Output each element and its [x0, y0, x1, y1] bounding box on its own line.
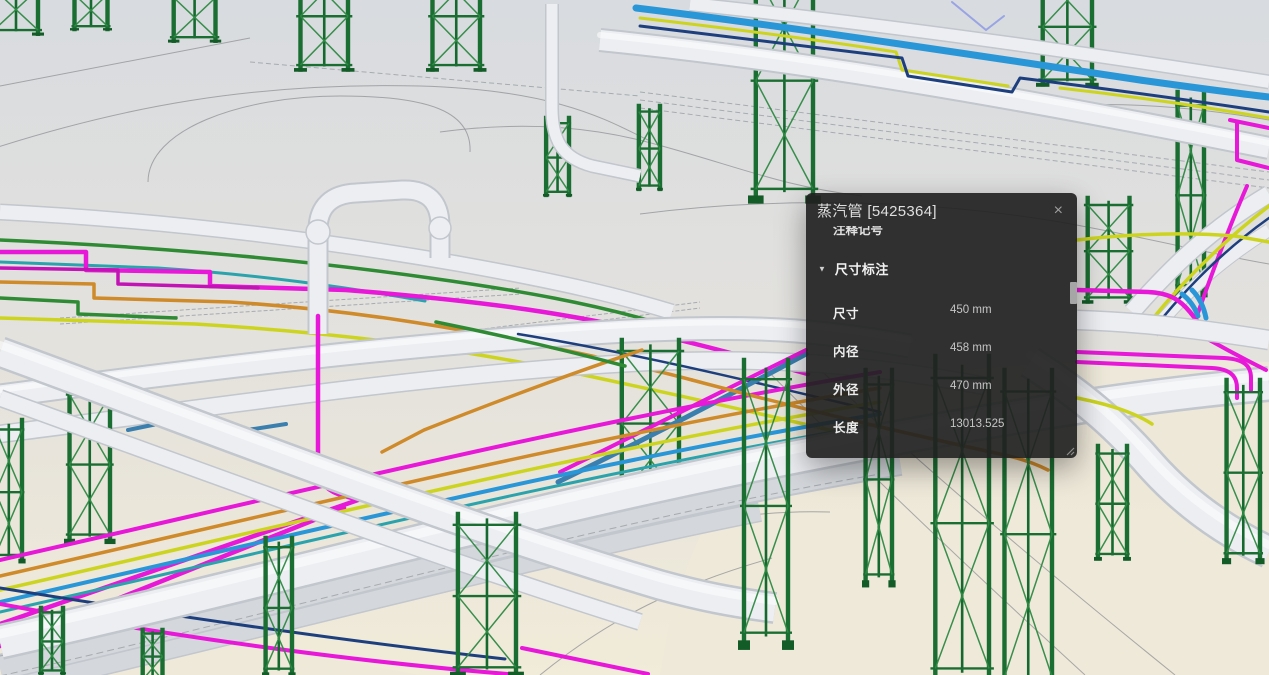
section-label: 尺寸标注: [835, 259, 889, 278]
panel-body: 注释记号 ▼ 尺寸标注 尺寸 450 mm 内径 458 mm 外径 470 m…: [806, 226, 1077, 458]
property-label: 外径: [833, 379, 950, 398]
properties-panel: 蒸汽管 [5425364] × 注释记号 ▼ 尺寸标注 尺寸 450 mm 内径…: [806, 193, 1077, 458]
property-value: 450 mm: [950, 303, 992, 316]
clipped-row-label: 注释记号: [833, 226, 883, 237]
property-row-size: 尺寸 450 mm: [833, 303, 1063, 322]
panel-title: 蒸汽管 [5425364]: [817, 200, 937, 221]
property-value: 470 mm: [950, 379, 992, 392]
property-row-outer-diameter: 外径 470 mm: [833, 379, 1063, 398]
property-row-length: 长度 13013.525: [833, 417, 1063, 436]
property-row-inner-diameter: 内径 458 mm: [833, 341, 1063, 360]
section-dimensions[interactable]: ▼ 尺寸标注: [818, 259, 889, 278]
property-row-clipped: 注释记号: [833, 226, 883, 238]
property-label: 长度: [833, 417, 950, 436]
collapse-triangle-icon: ▼: [818, 265, 826, 274]
property-label: 尺寸: [833, 303, 950, 322]
app-root: 蒸汽管 [5425364] × 注释记号 ▼ 尺寸标注 尺寸 450 mm 内径…: [0, 0, 1269, 675]
property-value: 458 mm: [950, 341, 992, 354]
3d-viewport[interactable]: [0, 0, 1269, 675]
property-value: 13013.525: [950, 417, 1004, 430]
close-icon[interactable]: ×: [1052, 201, 1065, 221]
panel-header[interactable]: 蒸汽管 [5425364] ×: [806, 193, 1077, 226]
resize-handle-icon[interactable]: [1063, 444, 1075, 456]
property-label: 内径: [833, 341, 950, 360]
scrollbar-thumb[interactable]: [1070, 282, 1077, 304]
